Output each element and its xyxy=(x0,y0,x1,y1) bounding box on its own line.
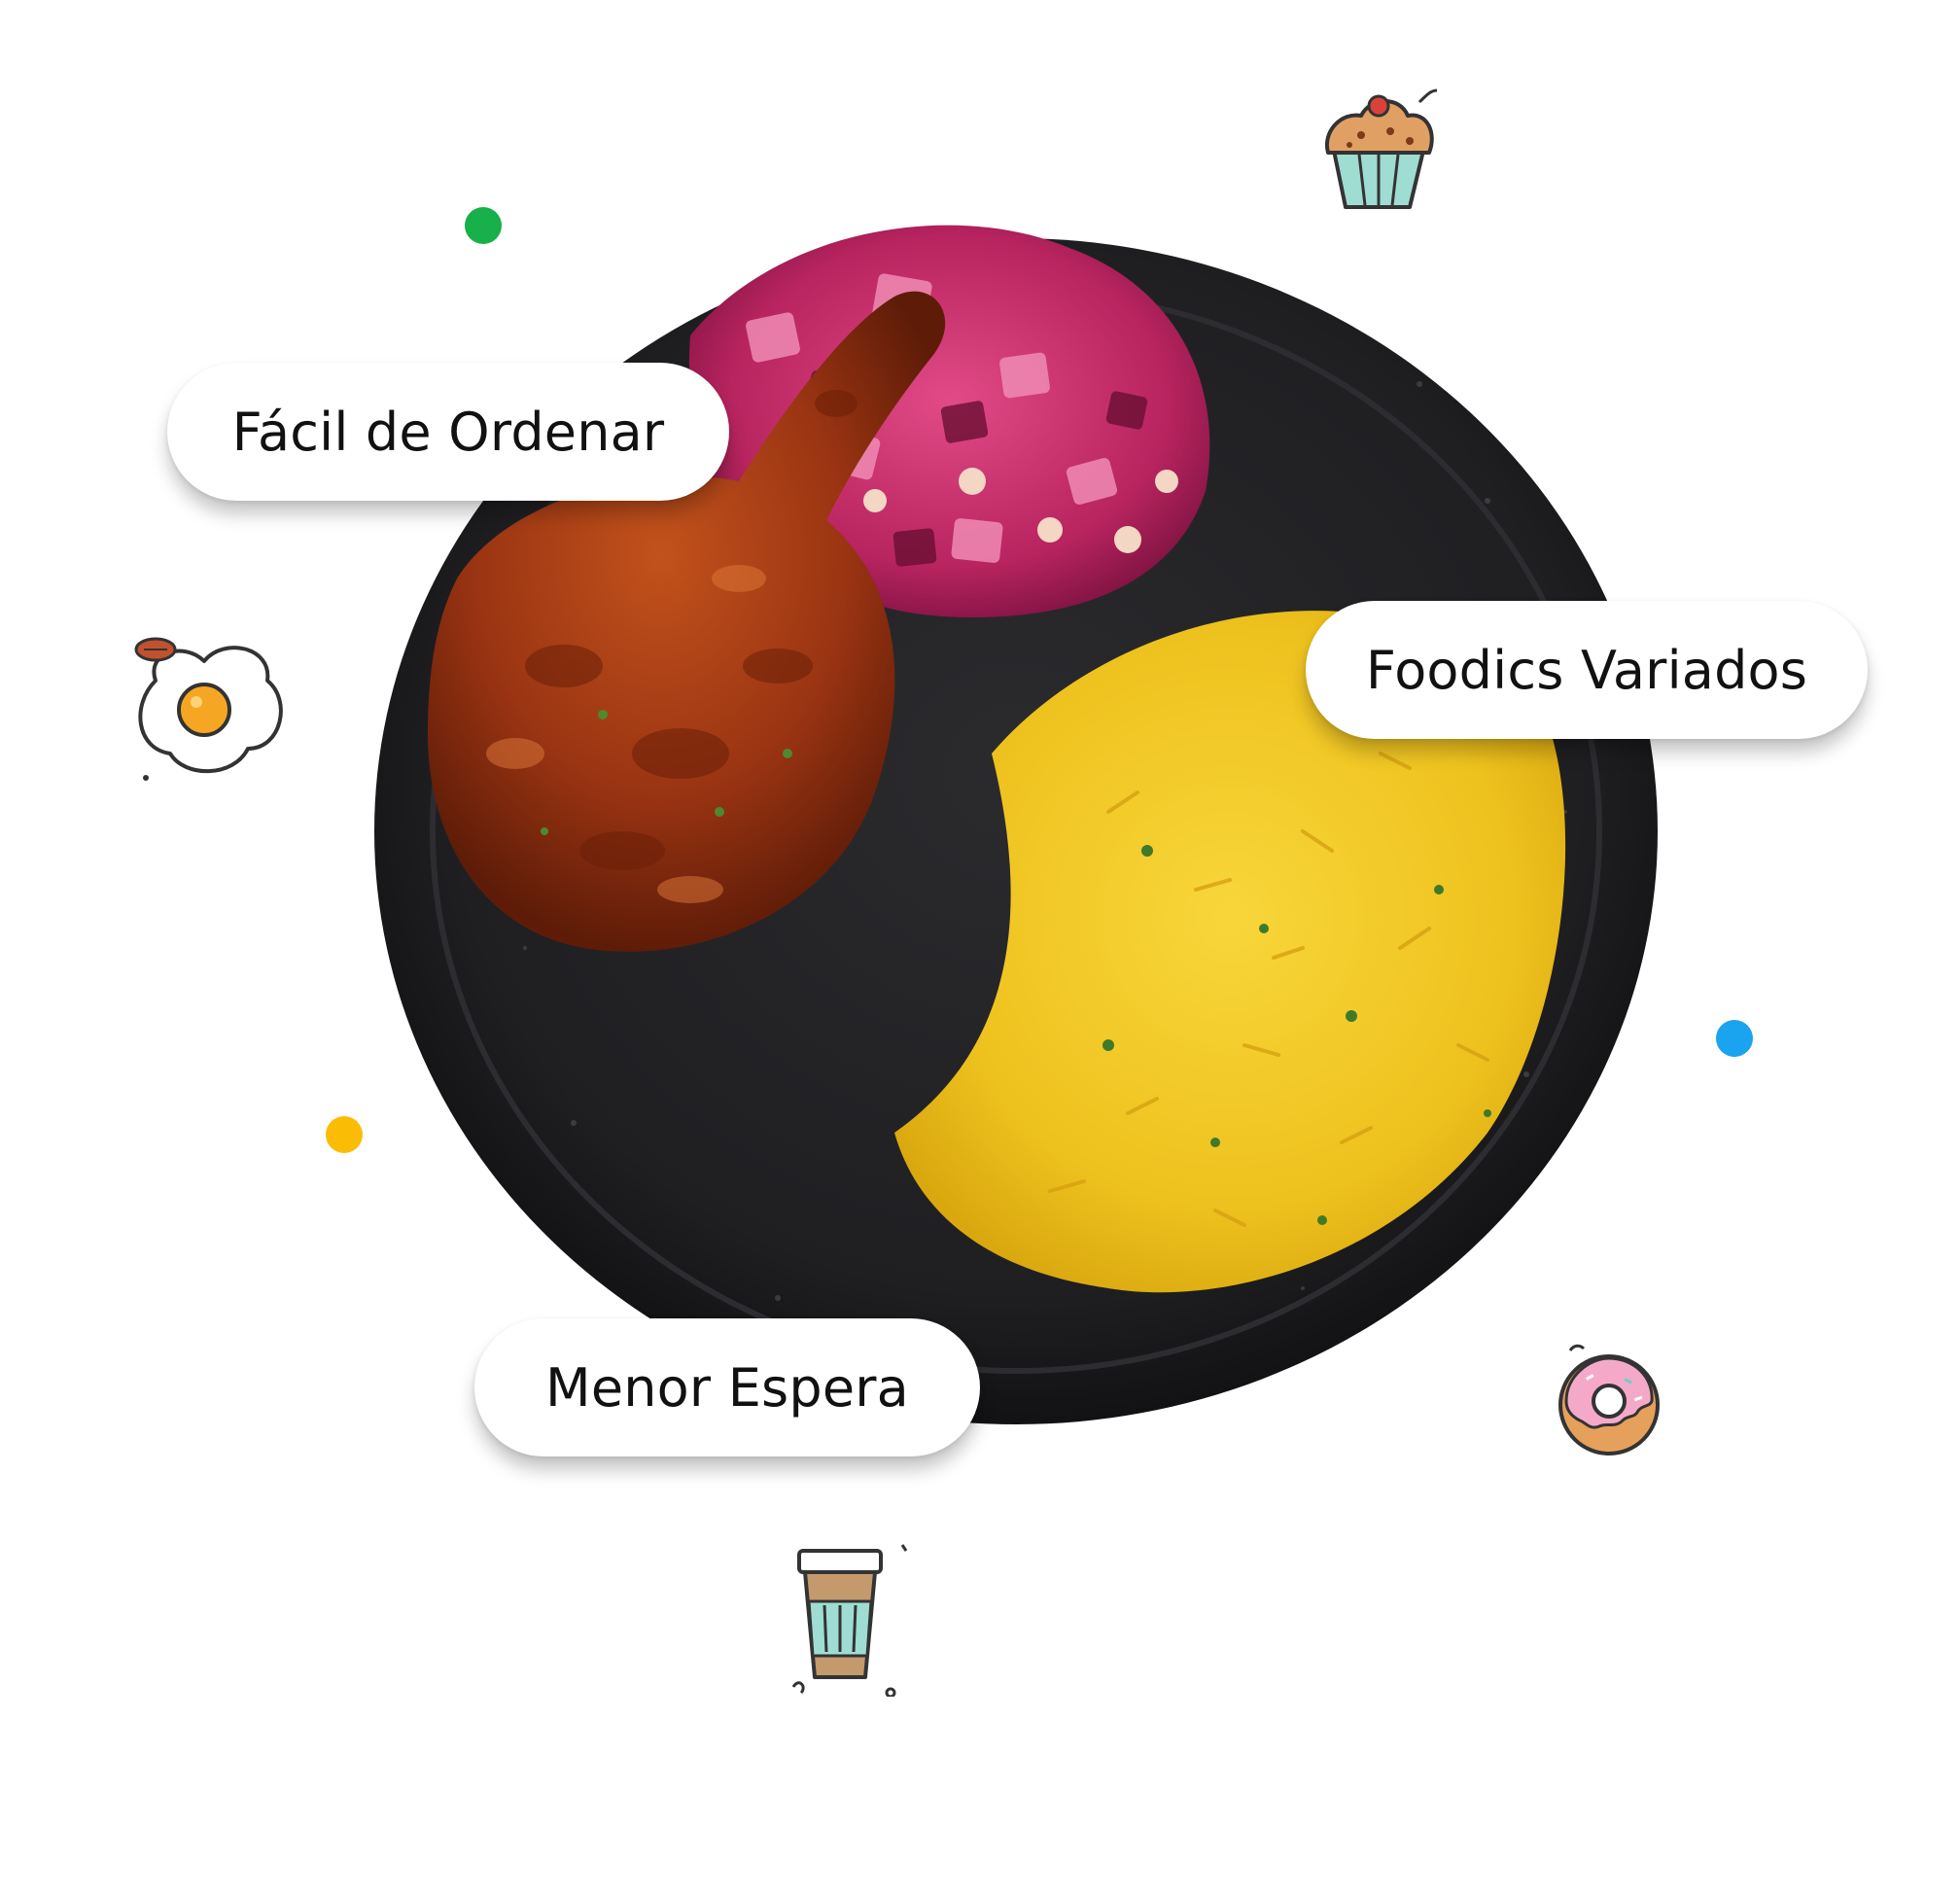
easy-order-text: Fácil de Ordenar xyxy=(231,401,665,463)
varied-foodics-label: Foodics Variados xyxy=(1306,601,1868,739)
hero-illustration: Fácil de Ordenar Foodics Variados Menor … xyxy=(0,0,1960,1894)
cupcake-icon xyxy=(1324,88,1438,209)
green-dot xyxy=(465,207,502,244)
blue-dot xyxy=(1716,1020,1753,1057)
yellow-dot xyxy=(326,1116,363,1153)
fried-egg-icon xyxy=(134,637,283,781)
varied-foodics-text: Foodics Variados xyxy=(1365,639,1808,701)
less-wait-text: Menor Espera xyxy=(545,1356,909,1419)
less-wait-label: Menor Espera xyxy=(474,1318,980,1456)
easy-order-label: Fácil de Ordenar xyxy=(167,363,729,501)
coffee-cup-icon xyxy=(791,1544,908,1697)
donut-icon xyxy=(1558,1344,1660,1456)
